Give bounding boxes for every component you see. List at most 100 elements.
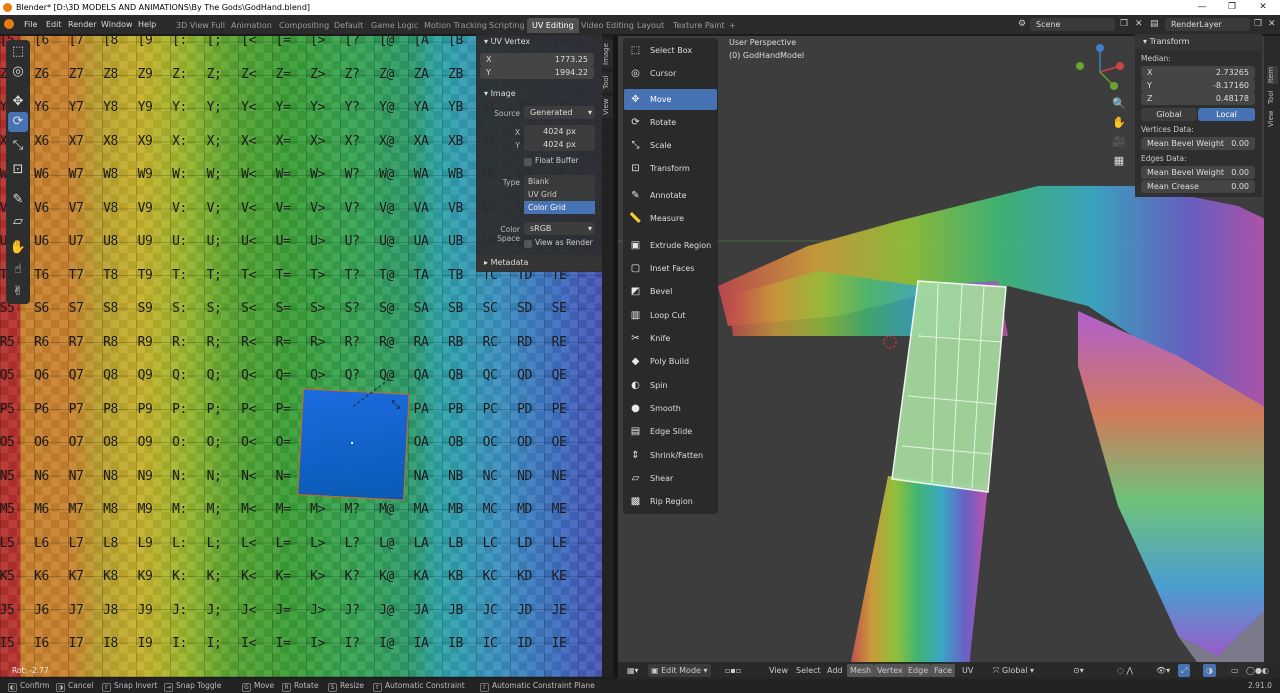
- type-option-color-grid[interactable]: Color Grid: [524, 201, 595, 214]
- tab-tool[interactable]: Tool: [602, 72, 613, 92]
- overlay-toggle-icon[interactable]: ◑: [1203, 664, 1216, 677]
- add-workspace-button[interactable]: +: [724, 18, 741, 33]
- median-z-field[interactable]: Z 0.48178: [1141, 92, 1255, 105]
- tab-view[interactable]: View: [602, 96, 613, 118]
- height-field[interactable]: 4024 px: [524, 138, 595, 151]
- copy-layer-icon[interactable]: ❐: [1254, 19, 1262, 29]
- menu-add[interactable]: Add: [824, 664, 846, 677]
- menu-view[interactable]: View: [766, 664, 791, 677]
- tool-smooth[interactable]: ● Smooth: [624, 398, 717, 419]
- zoom-icon[interactable]: 🔍: [1110, 94, 1128, 113]
- tool-loop-cut[interactable]: ▥ Loop Cut: [624, 305, 717, 326]
- grab-icon[interactable]: ✋: [8, 238, 28, 258]
- mean-crease-field[interactable]: Mean Crease 0.00: [1141, 180, 1255, 193]
- tab-item[interactable]: Item: [1267, 66, 1278, 84]
- relax-icon[interactable]: ☝: [8, 260, 28, 280]
- grid-icon[interactable]: ▦: [1110, 151, 1128, 170]
- navigation-gizmo[interactable]: [1070, 42, 1130, 102]
- tool-move[interactable]: ✥ Move: [624, 89, 717, 110]
- view-as-render-checkbox[interactable]: [524, 240, 532, 248]
- copy-scene-icon[interactable]: ❐: [1120, 19, 1128, 29]
- menu-mesh[interactable]: Mesh: [847, 664, 875, 677]
- image-panel-header[interactable]: ▾ Image: [476, 86, 602, 102]
- camera-icon[interactable]: 🎥: [1110, 132, 1128, 151]
- tool-edge-slide[interactable]: ▤ Edge Slide: [624, 421, 717, 442]
- menu-edit[interactable]: Edit: [42, 18, 66, 32]
- menu-help[interactable]: Help: [134, 18, 160, 32]
- snap-icon[interactable]: ⊙▾: [1070, 664, 1087, 677]
- tool-shrink-fatten[interactable]: ⇕ Shrink/Fatten: [624, 445, 717, 466]
- select-box-icon[interactable]: ⬚: [8, 42, 28, 62]
- menu-vertex[interactable]: Vertex: [874, 664, 906, 677]
- local-toggle[interactable]: Local: [1198, 108, 1255, 121]
- menu-file[interactable]: File: [20, 18, 41, 32]
- tool-rotate[interactable]: ⟳ Rotate: [624, 112, 717, 133]
- median-x-field[interactable]: X 2.73265: [1141, 66, 1255, 79]
- tool-measure[interactable]: 📏 Measure: [624, 208, 717, 229]
- width-field[interactable]: 4024 px: [524, 125, 595, 138]
- tab-animation[interactable]: Animation: [226, 18, 277, 33]
- source-dropdown[interactable]: Generated ▾: [524, 106, 595, 119]
- menu-render[interactable]: Render: [64, 18, 100, 32]
- tool-knife[interactable]: ✂ Knife: [624, 328, 717, 349]
- tool-inset-faces[interactable]: ▢ Inset Faces: [624, 258, 717, 279]
- tool-scale[interactable]: ⤡ Scale: [624, 135, 717, 156]
- color-space-dropdown[interactable]: sRGB ▾: [524, 222, 595, 235]
- tool-shear[interactable]: ▱ Shear: [624, 468, 717, 489]
- tab-3d-view-full[interactable]: 3D View Full: [171, 18, 230, 33]
- tool-select-box[interactable]: ⬚ Select Box: [624, 40, 717, 61]
- tab-vp-view[interactable]: View: [1267, 110, 1278, 128]
- close-button[interactable]: ✕: [1248, 0, 1278, 15]
- shading-icons[interactable]: ◯●◐: [1243, 664, 1272, 677]
- xray-icon[interactable]: ▭: [1228, 664, 1242, 677]
- proportional-edit-icon[interactable]: ◌ ⋀: [1114, 664, 1136, 677]
- tool-rip-region[interactable]: ▩ Rip Region: [624, 491, 717, 512]
- editor-type-icon[interactable]: ▦▾: [624, 664, 642, 677]
- uv-vertex-x-field[interactable]: X 1773.25: [480, 53, 594, 66]
- orientation-dropdown[interactable]: ⤧ Global ▾: [990, 664, 1037, 677]
- tool-extrude-region[interactable]: ▣ Extrude Region: [624, 235, 717, 256]
- transform-header[interactable]: ▾ Transform: [1135, 34, 1261, 50]
- maximize-button[interactable]: ❐: [1217, 0, 1247, 15]
- tool-bevel[interactable]: ◩ Bevel: [624, 281, 717, 302]
- tool-cursor[interactable]: ◎ Cursor: [624, 63, 717, 84]
- rotate-icon[interactable]: ⟳: [8, 112, 28, 132]
- tool-transform[interactable]: ⊡ Transform: [624, 158, 717, 179]
- tab-uv-editing[interactable]: UV Editing: [527, 18, 579, 33]
- tab-layout[interactable]: Layout: [632, 18, 669, 33]
- tab-compositing[interactable]: Compositing: [274, 18, 334, 33]
- metadata-header[interactable]: ▸ Metadata: [476, 255, 602, 271]
- delete-scene-icon[interactable]: ✕: [1135, 19, 1143, 29]
- tab-texture-paint[interactable]: Texture Paint: [668, 18, 730, 33]
- gizmo-toggle-icon[interactable]: ⤢: [1178, 664, 1191, 677]
- menu-face[interactable]: Face: [931, 664, 956, 677]
- uv-vertex-header[interactable]: ▾ UV Vertex: [476, 34, 602, 50]
- tab-video-editing[interactable]: Video Editing: [576, 18, 639, 33]
- minimize-button[interactable]: —: [1187, 0, 1217, 15]
- global-toggle[interactable]: Global: [1141, 108, 1197, 121]
- annotate-icon[interactable]: ✎: [8, 190, 28, 210]
- mode-dropdown[interactable]: ▣ Edit Mode ▾: [648, 664, 711, 677]
- tab-default[interactable]: Default: [329, 18, 368, 33]
- tab-motion-tracking[interactable]: Motion Tracking: [419, 18, 492, 33]
- tab-game-logic[interactable]: Game Logic: [366, 18, 423, 33]
- vertex-bevel-weight-field[interactable]: Mean Bevel Weight 0.00: [1141, 137, 1255, 150]
- menu-uv[interactable]: UV: [959, 664, 976, 677]
- rip-icon[interactable]: ▱: [8, 212, 28, 232]
- tool-annotate[interactable]: ✎ Annotate: [624, 185, 717, 206]
- tab-image[interactable]: Image: [602, 40, 613, 68]
- visibility-icon[interactable]: 👁▾: [1153, 664, 1173, 677]
- edge-bevel-weight-field[interactable]: Mean Bevel Weight 0.00: [1141, 166, 1255, 179]
- transform-icon[interactable]: ⊡: [8, 160, 28, 180]
- float-buffer-checkbox[interactable]: [524, 158, 532, 166]
- uv-selected-face[interactable]: ⤡: [297, 375, 410, 501]
- menu-select[interactable]: Select: [793, 664, 824, 677]
- pinch-icon[interactable]: ✌: [8, 282, 28, 302]
- uv-vertex-y-field[interactable]: Y 1994.22: [480, 66, 594, 79]
- menu-edge[interactable]: Edge: [905, 664, 932, 677]
- type-option-uv-grid[interactable]: UV Grid: [524, 188, 595, 201]
- median-y-field[interactable]: Y -8.17160: [1141, 79, 1255, 92]
- tool-poly-build[interactable]: ◆ Poly Build: [624, 351, 717, 372]
- type-option-blank[interactable]: Blank: [524, 175, 595, 188]
- scale-icon[interactable]: ⤡: [8, 136, 28, 156]
